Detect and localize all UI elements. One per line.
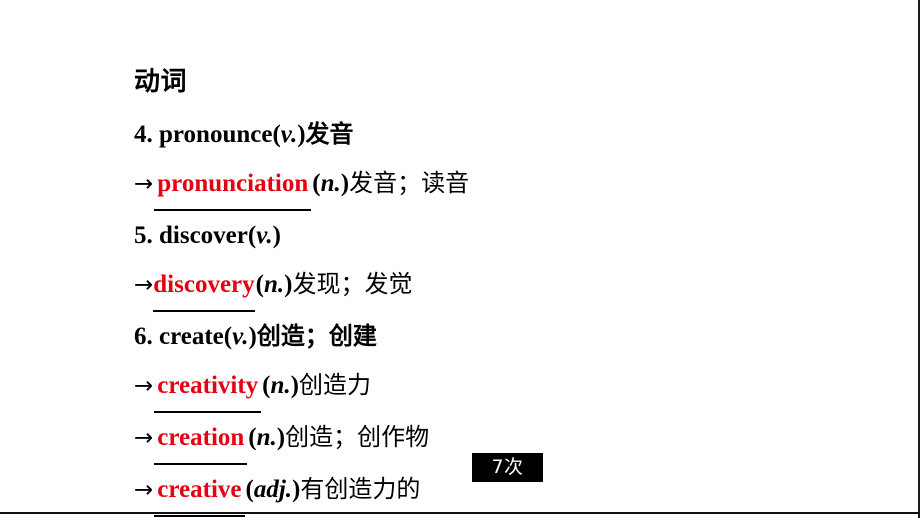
entry-gloss: 发音 xyxy=(305,120,354,148)
pos-open-paren: ( xyxy=(248,424,257,451)
pos-close-paren: ) xyxy=(272,222,281,249)
entry-term: create xyxy=(159,323,224,350)
entry-gloss: 创造；创建 xyxy=(256,322,377,350)
derivation-gloss: 发现；发觉 xyxy=(292,270,413,298)
entry-index: 5. xyxy=(134,222,153,249)
entry-term: discover xyxy=(159,222,248,249)
entry-index: 6. xyxy=(134,323,153,350)
answer-blank-creative[interactable]: creative xyxy=(154,466,245,517)
arrow-icon: → xyxy=(134,373,154,399)
section-heading: 动词 xyxy=(134,67,188,97)
slide-border-bottom xyxy=(0,512,920,514)
entry-headword-line: 5. discover(v.) xyxy=(134,211,874,260)
part-of-speech: n. xyxy=(256,424,277,451)
pos-close-paren: ) xyxy=(297,121,306,148)
part-of-speech: n. xyxy=(320,170,341,197)
part-of-speech: v. xyxy=(232,323,249,350)
entry-index: 4. xyxy=(134,121,153,148)
content-column: 动词 4. pronounce(v.)发音 → pronunciation (n.)… xyxy=(134,62,874,517)
derivation-line: →discovery(n.)发现；发觉 xyxy=(134,260,874,312)
derivation-gloss: 有创造力的 xyxy=(300,475,421,503)
arrow-icon: → xyxy=(134,171,154,197)
entry-headword-line: 4. pronounce(v.)发音 xyxy=(134,110,874,159)
part-of-speech: v. xyxy=(280,121,298,148)
derivation-gloss: 发音；读音 xyxy=(349,169,470,197)
part-of-speech: adj. xyxy=(253,476,293,503)
pos-close-paren: ) xyxy=(276,424,286,451)
entry-term: pronounce xyxy=(159,121,273,148)
pos-close-paren: ) xyxy=(290,372,299,399)
arrow-icon: → xyxy=(134,272,154,298)
part-of-speech: v. xyxy=(256,222,273,249)
answer-blank-discovery[interactable]: discovery xyxy=(153,261,255,312)
pos-open-paren: ( xyxy=(272,121,281,148)
pos-close-paren: ) xyxy=(248,323,257,350)
derivation-line: → creativity (n.)创造力 xyxy=(134,361,874,413)
pos-open-paren: ( xyxy=(245,476,254,503)
arrow-icon: → xyxy=(134,477,154,503)
part-of-speech: n. xyxy=(263,271,285,298)
entry-headword-line: 6. create(v.)创造；创建 xyxy=(134,312,874,361)
pos-open-paren: ( xyxy=(262,372,271,399)
derivation-gloss: 创造力 xyxy=(298,371,371,399)
answer-blank-creation[interactable]: creation xyxy=(154,414,248,465)
pos-close-paren: ) xyxy=(340,170,350,197)
part-of-speech: n. xyxy=(270,372,291,399)
slide-canvas: 动词 4. pronounce(v.)发音 → pronunciation (n.)… xyxy=(0,0,920,518)
pos-open-paren: ( xyxy=(247,222,257,249)
derivation-line: → pronunciation (n.)发音；读音 xyxy=(134,159,874,211)
arrow-icon: → xyxy=(134,425,154,451)
pos-open-paren: ( xyxy=(255,271,264,298)
answer-blank-pronunciation[interactable]: pronunciation xyxy=(154,160,312,211)
derivation-gloss: 创造；创作物 xyxy=(285,423,430,451)
answer-blank-creativity[interactable]: creativity xyxy=(154,362,262,413)
pos-open-paren: ( xyxy=(223,323,233,350)
occurrence-count-badge: 7次 xyxy=(472,453,543,482)
pos-open-paren: ( xyxy=(312,170,321,197)
